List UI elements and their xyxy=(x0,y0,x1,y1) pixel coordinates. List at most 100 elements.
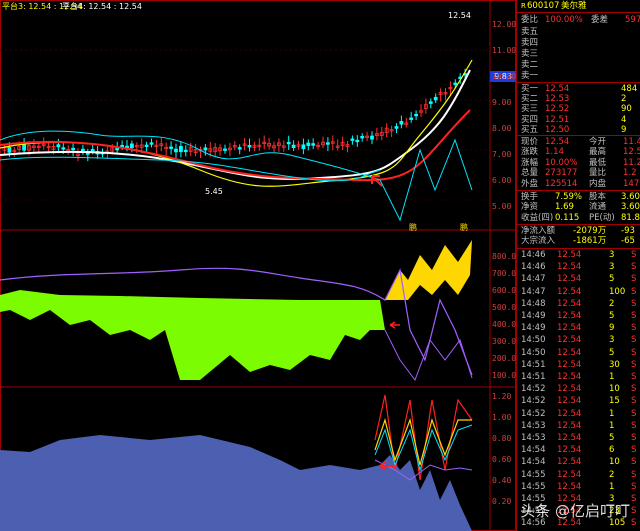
tick-flag: S xyxy=(631,335,637,346)
stat-label: 收益(四) xyxy=(521,212,554,223)
candle xyxy=(120,144,124,148)
axis-label: 6.00 xyxy=(492,176,512,185)
tick-volume: 3 xyxy=(609,335,615,346)
axis-label: 9.00 xyxy=(492,98,512,107)
stat-label: 流通 xyxy=(589,202,607,213)
tick-volume: 2 xyxy=(609,469,615,480)
stat-value: 11.4 xyxy=(623,137,640,147)
buy-label: 买四 xyxy=(521,114,539,125)
tick-flag: S xyxy=(631,433,637,443)
stat-label: 净资 xyxy=(521,202,539,213)
ma-line-white xyxy=(0,69,471,181)
panel-row: 14:52 12.54 1 S xyxy=(517,409,640,419)
candle xyxy=(286,141,291,145)
candle xyxy=(350,138,355,141)
panel-row: 14:47 12.54 5 S xyxy=(517,274,640,284)
axis-label: 0.60 xyxy=(492,455,512,464)
tick-price: 12.54 xyxy=(557,286,582,297)
panel-row: 14:55 12.54 1 S xyxy=(517,482,640,492)
panel-row: 换手 7.59% 股本 3.60 xyxy=(517,192,640,202)
panel-row: 卖五 xyxy=(517,27,640,37)
panel-row: 14:53 12.54 1 S xyxy=(517,421,640,431)
tick-volume: 1 xyxy=(609,481,615,492)
high-price-label: 12.54 xyxy=(448,11,471,20)
stat-value: 12.54 xyxy=(545,137,570,147)
candle xyxy=(7,147,12,153)
tick-time: 14:47 xyxy=(521,274,546,285)
r-badge: R xyxy=(521,2,526,10)
buy-volume: 90 xyxy=(621,104,632,115)
chart-area[interactable]: 平台3: 12.54 : 12.54 平台4: 12.54 : 12.54 12… xyxy=(0,0,521,531)
flow-extra: -65 xyxy=(621,236,635,247)
buy-volume: 4 xyxy=(621,114,627,125)
panel-row: 卖一 xyxy=(517,71,640,81)
flow-label: 大宗流入 xyxy=(521,236,556,247)
tick-price: 12.54 xyxy=(557,408,582,419)
tick-price: 12.54 xyxy=(557,250,582,260)
tick-volume: 10 xyxy=(609,384,620,395)
panel-row: 买一 12.54 484 xyxy=(517,84,640,94)
tick-flag: S xyxy=(631,359,637,370)
panel-row: 14:52 12.54 10 S xyxy=(517,384,640,394)
weicha-value: 597 xyxy=(625,15,640,25)
panel-row: 14:54 12.54 6 S xyxy=(517,445,640,455)
signal-marker-2: 鹏 xyxy=(460,223,468,232)
stat-value: 1.69 xyxy=(555,202,574,213)
tick-volume: 30 xyxy=(609,359,620,370)
tick-flag: S xyxy=(631,494,637,504)
sell-label: 卖三 xyxy=(521,49,539,59)
divider xyxy=(517,12,640,13)
tick-flag: S xyxy=(631,420,637,431)
panel-row: 14:53 12.54 5 S xyxy=(517,433,640,443)
axis-label: 0.80 xyxy=(492,434,512,443)
candle xyxy=(453,82,458,85)
tick-price: 12.54 xyxy=(557,262,582,273)
tick-price: 12.54 xyxy=(557,323,582,334)
panel-row: 总量 273177 量比 1.2 xyxy=(517,168,640,178)
axis-label: 11.00 xyxy=(492,46,517,55)
stat-value: 7.59% xyxy=(555,192,583,202)
candlestick-chart[interactable] xyxy=(0,0,516,531)
tick-time: 14:46 xyxy=(521,250,546,260)
stock-name: 美尔雅 xyxy=(561,1,587,11)
tick-volume: 10 xyxy=(609,457,620,468)
tick-time: 14:54 xyxy=(521,457,546,468)
axis-label: 12.00 xyxy=(492,20,517,29)
candle xyxy=(183,149,188,153)
tick-price: 12.54 xyxy=(557,372,582,382)
tick-volume: 100 xyxy=(609,286,626,297)
panel-row: 14:52 12.54 15 S xyxy=(517,396,640,406)
candle xyxy=(81,148,85,152)
signal-marker-1: 鹏 xyxy=(409,223,417,232)
candle xyxy=(428,101,433,104)
tick-volume: 2 xyxy=(609,298,615,309)
candle xyxy=(178,145,183,153)
tick-time: 14:53 xyxy=(521,420,546,431)
stat-value: 10.00% xyxy=(545,157,578,168)
weibi-row: 委比 100.00% 委差 597 xyxy=(517,15,640,25)
purple-line-2 xyxy=(384,329,473,382)
panel-row: 买二 12.53 2 xyxy=(517,94,640,104)
buy-label: 买五 xyxy=(521,124,539,135)
panel-row: 14:55 12.54 2 S xyxy=(517,470,640,480)
stat-value: 3.60 xyxy=(621,192,640,202)
buy-price: 12.54 xyxy=(545,84,570,94)
candle xyxy=(247,145,252,148)
tick-volume: 1 xyxy=(609,408,615,419)
tick-flag: S xyxy=(631,262,637,273)
panel-row: 14:50 12.54 3 S xyxy=(517,335,640,345)
candle xyxy=(203,147,208,151)
tick-time: 14:51 xyxy=(521,372,546,382)
panel-row: 14:54 12.54 10 S xyxy=(517,457,640,467)
panel-row: 14:46 12.54 3 S xyxy=(517,250,640,260)
tick-price: 12.54 xyxy=(557,481,582,492)
divider xyxy=(517,135,640,136)
axis-label: 5.00 xyxy=(492,202,512,211)
tick-price: 12.54 xyxy=(557,359,582,370)
buy-label: 买二 xyxy=(521,94,539,105)
tick-flag: S xyxy=(631,372,637,382)
panel-row: 14:49 12.54 5 S xyxy=(517,311,640,321)
tick-flag: S xyxy=(631,384,637,395)
tick-volume: 5 xyxy=(609,347,615,358)
tick-flag: S xyxy=(631,274,637,285)
